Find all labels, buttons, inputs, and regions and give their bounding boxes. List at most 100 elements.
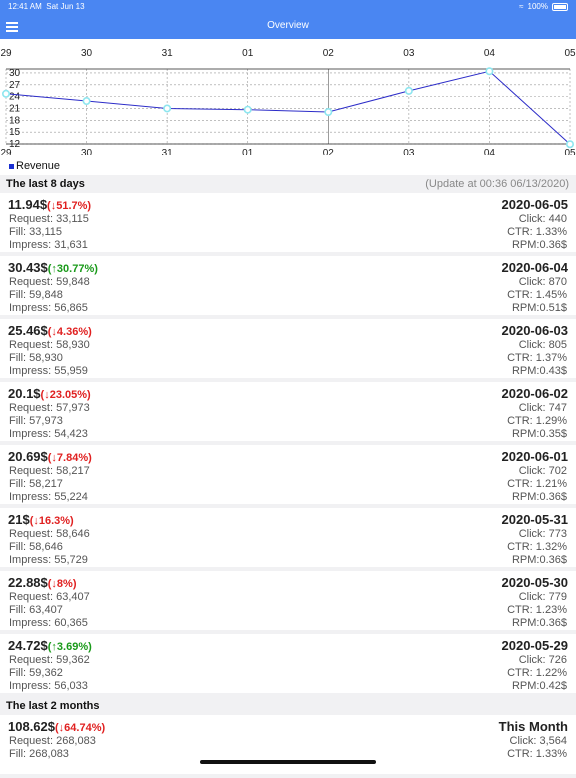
row-metrics-right: Click: 773 CTR: 1.32% RPM:0.36$ [507,528,567,567]
revenue-value: 22.88$(↓8%) [8,575,77,590]
request-count: Request: 57,973 [9,402,90,414]
fill-count: Fill: 58,646 [9,541,63,553]
x-tick-label-top: 01 [242,48,254,59]
impress-count: Impress: 31,631 [9,239,88,251]
row-metrics-left: Request: 57,973 Fill: 57,973 Impress: 54,4… [9,402,90,441]
revenue-value: 21$(↓16.3%) [8,512,74,527]
ctr-value: CTR: 1.33% [507,748,567,760]
data-point [82,97,91,106]
row-metrics-right: Click: 702 CTR: 1.21% RPM:0.36$ [507,465,567,504]
daily-list: 11.94$(↓51.7%) 2020-06-05 Request: 33,115 F… [0,193,576,697]
update-time: (Update at 00:36 06/13/2020) [425,178,569,190]
rpm-value: RPM:0.42$ [511,680,567,692]
data-point [485,67,494,76]
change-badge: (↓4.36%) [47,326,92,338]
row-date: 2020-06-04 [501,260,569,275]
impress-count: Impress: 55,224 [9,491,88,503]
x-tick-label-bottom: 04 [484,148,496,155]
click-count: Click: 773 [518,528,567,540]
fill-count: Fill: 58,930 [9,352,63,364]
day-row[interactable]: 22.88$(↓8%) 2020-05-30 Request: 63,407 Fill… [0,571,576,634]
revenue-chart-svg: 1215182124273029293030313101010202030304… [0,48,576,155]
change-badge: (↑30.77%) [47,263,98,275]
row-metrics-left: Request: 59,848 Fill: 59,848 Impress: 56,8… [9,276,90,315]
row-date: 2020-05-30 [501,575,569,590]
change-badge: (↓7.84%) [47,452,92,464]
click-count: Click: 747 [518,402,567,414]
month-row[interactable]: 108.62$(↓64.74%) This Month Request: 268… [0,715,576,778]
row-metrics-left: Request: 59,362 Fill: 59,362 Impress: 56,0… [9,654,90,693]
row-date: 2020-06-01 [501,449,569,464]
x-tick-label-bottom: 01 [242,148,254,155]
fill-count: Fill: 63,407 [9,604,63,616]
row-metrics-right: Click: 440 CTR: 1.33% RPM:0.36$ [507,213,567,252]
impress-count: Impress: 55,959 [9,365,88,377]
revenue-value: 20.69$(↓7.84%) [8,449,92,464]
impress-count: Impress: 54,423 [9,428,88,440]
y-tick-label: 21 [9,103,21,114]
x-tick-label-top: 05 [564,48,576,59]
row-date: 2020-06-02 [501,386,569,401]
ctr-value: CTR: 1.37% [507,352,567,364]
data-point [565,140,574,149]
x-tick-label-top: 03 [403,48,415,59]
row-metrics-left: Request: 63,407 Fill: 63,407 Impress: 60,3… [9,591,90,630]
revenue-value: 30.43$(↑30.77%) [8,260,98,275]
y-tick-label: 15 [9,127,21,138]
x-tick-label-bottom: 02 [323,148,335,155]
request-count: Request: 58,217 [9,465,90,477]
x-tick-label-top: 02 [323,48,335,59]
day-row[interactable]: 20.69$(↓7.84%) 2020-06-01 Request: 58,217 F… [0,445,576,508]
x-tick-label-top: 29 [0,48,12,59]
section-header-8-days: The last 8 days (Update at 00:36 06/13/2… [0,175,576,193]
row-metrics-right: Click: 747 CTR: 1.29% RPM:0.35$ [507,402,567,441]
request-count: Request: 59,848 [9,276,90,288]
day-row[interactable]: 25.46$(↓4.36%) 2020-06-03 Request: 58,930 F… [0,319,576,382]
change-badge: (↓23.05%) [40,389,91,401]
row-metrics-left: Request: 268,083 Fill: 268,083 [9,735,96,761]
x-tick-label-bottom: 29 [0,148,12,155]
revenue-value: 24.72$(↑3.69%) [8,638,92,653]
status-time: 12:41 AM Sat Jun 13 [8,2,85,11]
rpm-value: RPM:0.35$ [511,428,567,440]
day-row[interactable]: 30.43$(↑30.77%) 2020-06-04 Request: 59,848… [0,256,576,319]
change-badge: (↓51.7%) [47,200,92,212]
change-badge: (↓64.74%) [55,722,106,734]
fill-count: Fill: 58,217 [9,478,63,490]
day-row[interactable]: 24.72$(↑3.69%) 2020-05-29 Request: 59,362 F… [0,634,576,697]
rpm-value: RPM:0.36$ [511,239,567,251]
day-row[interactable]: 20.1$(↓23.05%) 2020-06-02 Request: 57,973 F… [0,382,576,445]
status-right: ≈ 100% [519,2,568,11]
row-metrics-right: Click: 870 CTR: 1.45% RPM:0.51$ [507,276,567,315]
y-tick-label: 27 [9,80,21,91]
data-point [1,89,11,98]
ctr-value: CTR: 1.23% [507,604,567,616]
rpm-value: RPM:0.36$ [511,554,567,566]
status-bar: 12:41 AM Sat Jun 13 ≈ 100% [0,0,576,14]
x-tick-label-top: 04 [484,48,496,59]
row-metrics-left: Request: 58,646 Fill: 58,646 Impress: 55,7… [9,528,90,567]
legend-label: Revenue [16,160,61,172]
rpm-value: RPM:0.36$ [511,491,567,503]
fill-count: Fill: 59,362 [9,667,63,679]
x-tick-label-bottom: 05 [564,148,576,155]
ctr-value: CTR: 1.32% [507,541,567,553]
data-point [404,86,413,95]
chart-legend: Revenue [0,155,576,175]
fill-count: Fill: 59,848 [9,289,63,301]
page-title: Overview [267,20,309,31]
row-metrics-left: Request: 33,115 Fill: 33,115 Impress: 31,6… [9,213,89,252]
day-row[interactable]: 21$(↓16.3%) 2020-05-31 Request: 58,646 Fill… [0,508,576,571]
change-badge: (↑3.69%) [47,641,92,653]
day-row[interactable]: 11.94$(↓51.7%) 2020-06-05 Request: 33,115 F… [0,193,576,256]
nav-bar: Overview [0,14,576,39]
ctr-value: CTR: 1.29% [507,415,567,427]
ctr-value: CTR: 1.45% [507,289,567,301]
click-count: Click: 805 [518,339,567,351]
battery-label: 100% [527,2,548,11]
impress-count: Impress: 56,033 [9,680,88,692]
click-count: Click: 870 [518,276,567,288]
x-tick-label-bottom: 30 [81,148,93,155]
battery-icon [552,2,568,11]
fill-count: Fill: 57,973 [9,415,63,427]
